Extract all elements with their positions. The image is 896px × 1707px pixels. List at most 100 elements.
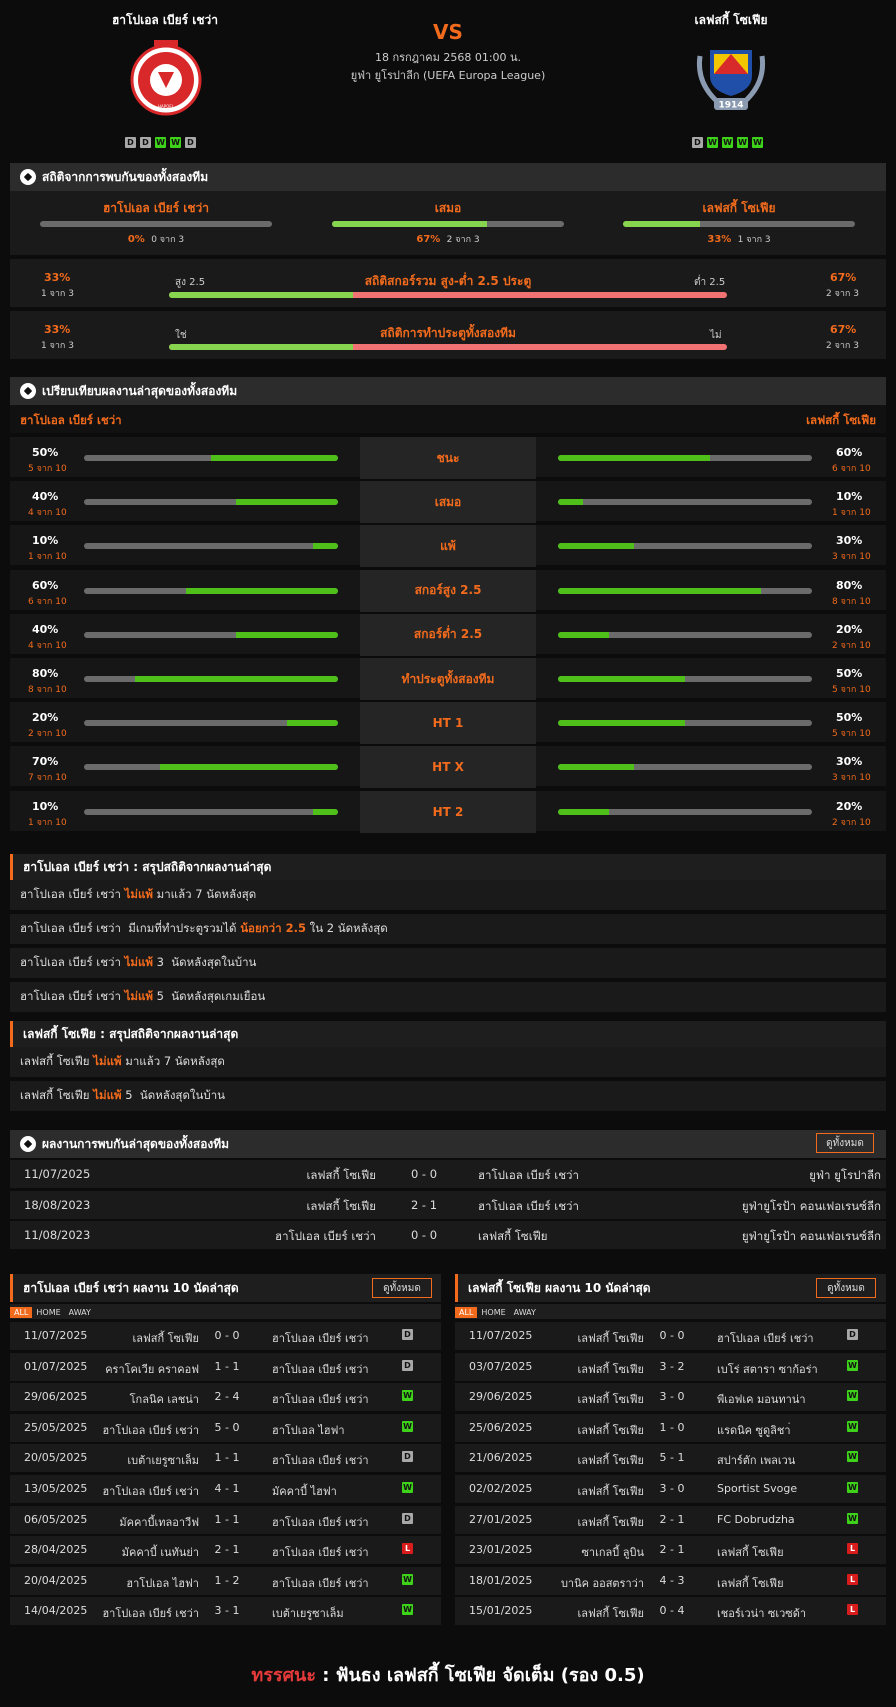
match-row[interactable]: 25/06/2025 เลฟสกี้ โซเฟีย 1 - 0 แรดนิค ซูดู… [455, 1413, 886, 1442]
home-team[interactable]: เลฟสกี้ โซเฟีย [577, 1360, 644, 1378]
match-row[interactable]: 23/01/2025 ซาเกลบี้ ลูบิน 2 - 1 เลฟสกี้ โซเ… [455, 1536, 886, 1565]
home-team[interactable]: มัคคาบี้ เนทันย่า [122, 1543, 199, 1561]
away-team[interactable]: ฮาโปเอล เบียร์ เชว่า [272, 1390, 369, 1408]
compare-away-name[interactable]: เลฟสกี้ โซเฟีย [806, 412, 876, 430]
away-team[interactable]: Sportist Svoge [717, 1482, 797, 1495]
tab-all[interactable]: ALL [455, 1307, 478, 1318]
home-last10-tabs: ALL HOME AWAY [10, 1304, 441, 1319]
home-team[interactable]: เลฟสกี้ โซเฟีย [577, 1451, 644, 1469]
home-team[interactable]: ฮาโปเอล เบียร์ เชว่า [102, 1421, 199, 1439]
home-team-crest[interactable]: HAPOEL [130, 38, 202, 120]
compare-home-name[interactable]: ฮาโปเอล เบียร์ เชว่า [20, 412, 122, 430]
h2h-row[interactable]: 11/08/2023 ฮาโปเอล เบียร์ เชว่า 0 - 0 เลฟสก… [10, 1221, 886, 1249]
home-team[interactable]: ฮาโปเอล ไฮฟา [126, 1574, 199, 1592]
tab-all[interactable]: ALL [10, 1307, 33, 1318]
match-row[interactable]: 14/04/2025 ฮาโปเอล เบียร์ เชว่า 3 - 1 เบต้า… [10, 1597, 441, 1626]
ou-title: สถิติสกอร์รวม สูง-ต่ำ 2.5 ประตู [364, 274, 532, 288]
away-team[interactable]: ฮาโปเอล เบียร์ เชว่า [272, 1360, 369, 1378]
h2h-row[interactable]: 18/08/2023 เลฟสกี้ โซเฟีย 2 - 1 ฮาโปเอล เบี… [10, 1190, 886, 1219]
summary-row: เลฟสกี้ โซเฟีย ไม่แพ้ มาแล้ว 7 นัดหลังสุ… [10, 1047, 886, 1077]
match-row[interactable]: 06/05/2025 มัคคาบี้เทลอาวีฟ 1 - 1 ฮาโปเอล เ… [10, 1505, 441, 1534]
home-team[interactable]: เลฟสกี้ โซเฟีย [577, 1482, 644, 1500]
home-team[interactable]: ซาเกลบี้ ลูบิน [581, 1543, 644, 1561]
home-team[interactable]: เลฟสกี้ โซเฟีย [306, 1167, 376, 1185]
home-team[interactable]: เลฟสกี้ โซเฟีย [577, 1390, 644, 1408]
home-team[interactable]: เลฟสกี้ โซเฟีย [306, 1198, 376, 1216]
away-pct: 10% [836, 490, 863, 504]
away-team[interactable]: เลฟสกี้ โซเฟีย [717, 1574, 784, 1592]
away-last10-view-all-button[interactable]: ดูทั้งหมด [816, 1278, 876, 1298]
tab-home[interactable]: HOME [477, 1307, 509, 1318]
match-row[interactable]: 13/05/2025 ฮาโปเอล เบียร์ เชว่า 4 - 1 มัคคา… [10, 1475, 441, 1503]
competition[interactable]: ยูฟ่า ยูโรปาลีก [809, 1167, 881, 1185]
home-team[interactable]: เบต้าเยรูซาเล็ม [127, 1451, 199, 1469]
home-team[interactable]: ฮาโปเอล เบียร์ เชว่า [275, 1228, 376, 1246]
away-team[interactable]: เบต้าเยรูซาเล็ม [272, 1604, 344, 1622]
home-team[interactable]: เลฟสกี้ โซเฟีย [132, 1329, 199, 1347]
h2h-col-name: เสมอ [434, 201, 462, 215]
away-team[interactable]: ฮาโปเอล เบียร์ เชว่า [478, 1198, 579, 1216]
home-team-name[interactable]: ฮาโปเอล เบียร์ เชว่า [60, 11, 270, 30]
match-row[interactable]: 11/07/2025 เลฟสกี้ โซเฟีย 0 - 0 ฮาโปเอล เบี… [10, 1322, 441, 1350]
match-row[interactable]: 01/07/2025 คราโคเวีย คราคอฟ 1 - 1 ฮาโปเอล เ… [10, 1352, 441, 1381]
away-team[interactable]: ฮาโปเอล เบียร์ เชว่า [717, 1329, 814, 1347]
competition[interactable]: ยูฟ่ายูโรป้า คอนเฟอเรนซ์ลีก [742, 1228, 881, 1246]
home-team[interactable]: เลฟสกี้ โซเฟีย [577, 1604, 644, 1622]
away-team[interactable]: ฮาโปเอล เบียร์ เชว่า [478, 1167, 579, 1185]
away-team[interactable]: ฮาโปเอล เบียร์ เชว่า [272, 1513, 369, 1531]
match-row[interactable]: 03/07/2025 เลฟสกี้ โซเฟีย 3 - 2 เบโร่ สตารา… [455, 1352, 886, 1381]
match-row[interactable]: 28/04/2025 มัคคาบี้ เนทันย่า 2 - 1 ฮาโปเอล … [10, 1536, 441, 1565]
competition[interactable]: ยูฟ่ายูโรป้า คอนเฟอเรนซ์ลีก [742, 1198, 881, 1216]
vs-label: VS [433, 20, 463, 44]
match-row[interactable]: 20/04/2025 ฮาโปเอล ไฮฟา 1 - 2 ฮาโปเอล เบียร… [10, 1566, 441, 1595]
away-team[interactable]: มัคคาบี้ ไฮฟา [272, 1482, 337, 1500]
h2h-row[interactable]: 11/07/2025 เลฟสกี้ โซเฟีย 0 - 0 ฮาโปเอล เบี… [10, 1160, 886, 1188]
away-team[interactable]: ฮาโปเอล เบียร์ เชว่า [272, 1543, 369, 1561]
summary-row: ฮาโปเอล เบียร์ เชว่า ไม่แพ้ 5 นัดหลังสุด… [10, 982, 886, 1012]
home-team[interactable]: เลฟสกี้ โซเฟีย [577, 1329, 644, 1347]
match-row[interactable]: 11/07/2025 เลฟสกี้ โซเฟีย 0 - 0 ฮาโปเอล เบี… [455, 1322, 886, 1350]
away-team[interactable]: FC Dobrudzha [717, 1513, 795, 1526]
match-row[interactable]: 15/01/2025 เลฟสกี้ โซเฟีย 0 - 4 เชอร์เวน่า … [455, 1597, 886, 1626]
away-team[interactable]: เลฟสกี้ โซเฟีย [717, 1543, 784, 1561]
away-team[interactable]: ฮาโปเอล เบียร์ เชว่า [272, 1574, 369, 1592]
match-row[interactable]: 18/01/2025 บานิค ออสตราว่า 4 - 3 เลฟสกี้ โซ… [455, 1566, 886, 1595]
away-team[interactable]: แรดนิค ซูดูลิชา่ [717, 1421, 791, 1439]
home-team[interactable]: ฮาโปเอล เบียร์ เชว่า [102, 1604, 199, 1622]
tab-home[interactable]: HOME [32, 1307, 64, 1318]
summary-text: 5 นัดหลังสุดเกมเยือน [152, 989, 266, 1003]
away-team[interactable]: สปาร์ตัก เพลเวน [717, 1451, 795, 1469]
match-row[interactable]: 02/02/2025 เลฟสกี้ โซเฟีย 3 - 0 Sportist Sv… [455, 1475, 886, 1503]
away-team[interactable]: ฮาโปเอล เบียร์ เชว่า [272, 1451, 369, 1469]
away-team[interactable]: ฮาโปเอล ไฮฟา [272, 1421, 345, 1439]
home-team[interactable]: คราโคเวีย คราคอฟ [105, 1360, 199, 1378]
home-team[interactable]: โกลนิค เลชน่า [130, 1390, 199, 1408]
match-date: 14/04/2025 [24, 1604, 88, 1618]
compare-teams: ฮาโปเอล เบียร์ เชว่า เลฟสกี้ โซเฟีย [10, 405, 886, 433]
tab-away[interactable]: AWAY [510, 1307, 540, 1318]
away-team-name[interactable]: เลฟสกี้ โซเฟีย [626, 11, 836, 30]
away-team[interactable]: เบโร่ สตารา ซาก้อร่า [717, 1360, 818, 1378]
away-team[interactable]: เลฟสกี้ โซเฟีย [478, 1228, 548, 1246]
match-competition[interactable]: ยูฟ่า ยูโรปาลีก (UEFA Europa League) [300, 66, 596, 84]
home-team[interactable]: มัคคาบี้เทลอาวีฟ [119, 1513, 199, 1531]
match-row[interactable]: 20/05/2025 เบต้าเยรูซาเล็ม 1 - 1 ฮาโปเอล เบ… [10, 1444, 441, 1473]
h2h-view-all-button[interactable]: ดูทั้งหมด [816, 1133, 874, 1153]
match-row[interactable]: 21/06/2025 เลฟสกี้ โซเฟีย 5 - 1 สปาร์ตัก เพ… [455, 1444, 886, 1473]
home-team[interactable]: ฮาโปเอล เบียร์ เชว่า [102, 1482, 199, 1500]
tab-away[interactable]: AWAY [65, 1307, 95, 1318]
match-row[interactable]: 29/06/2025 โกลนิค เลชน่า 2 - 4 ฮาโปเอล เบีย… [10, 1383, 441, 1412]
section-title: สถิติจากการพบกันของทั้งสองทีม [42, 169, 209, 184]
away-team[interactable]: ฮาโปเอล เบียร์ เชว่า [272, 1329, 369, 1347]
btts-right-sub: 2 จาก 3 [826, 341, 859, 351]
match-row[interactable]: 27/01/2025 เลฟสกี้ โซเฟีย 2 - 1 FC Dobrudzh… [455, 1505, 886, 1534]
home-team[interactable]: เลฟสกี้ โซเฟีย [577, 1513, 644, 1531]
match-row[interactable]: 29/06/2025 เลฟสกี้ โซเฟีย 3 - 0 พีเอฟเค มอน… [455, 1383, 886, 1412]
away-team[interactable]: พีเอฟเค มอนทาน่า [717, 1390, 806, 1408]
match-row[interactable]: 25/05/2025 ฮาโปเอล เบียร์ เชว่า 5 - 0 ฮาโปเ… [10, 1413, 441, 1442]
home-team[interactable]: เลฟสกี้ โซเฟีย [577, 1421, 644, 1439]
away-team[interactable]: เชอร์เวน่า ซเวซด้า [717, 1604, 806, 1622]
away-team-crest[interactable]: 1914 [690, 44, 772, 114]
home-last10-view-all-button[interactable]: ดูทั้งหมด [372, 1278, 432, 1298]
home-team[interactable]: บานิค ออสตราว่า [561, 1574, 644, 1592]
